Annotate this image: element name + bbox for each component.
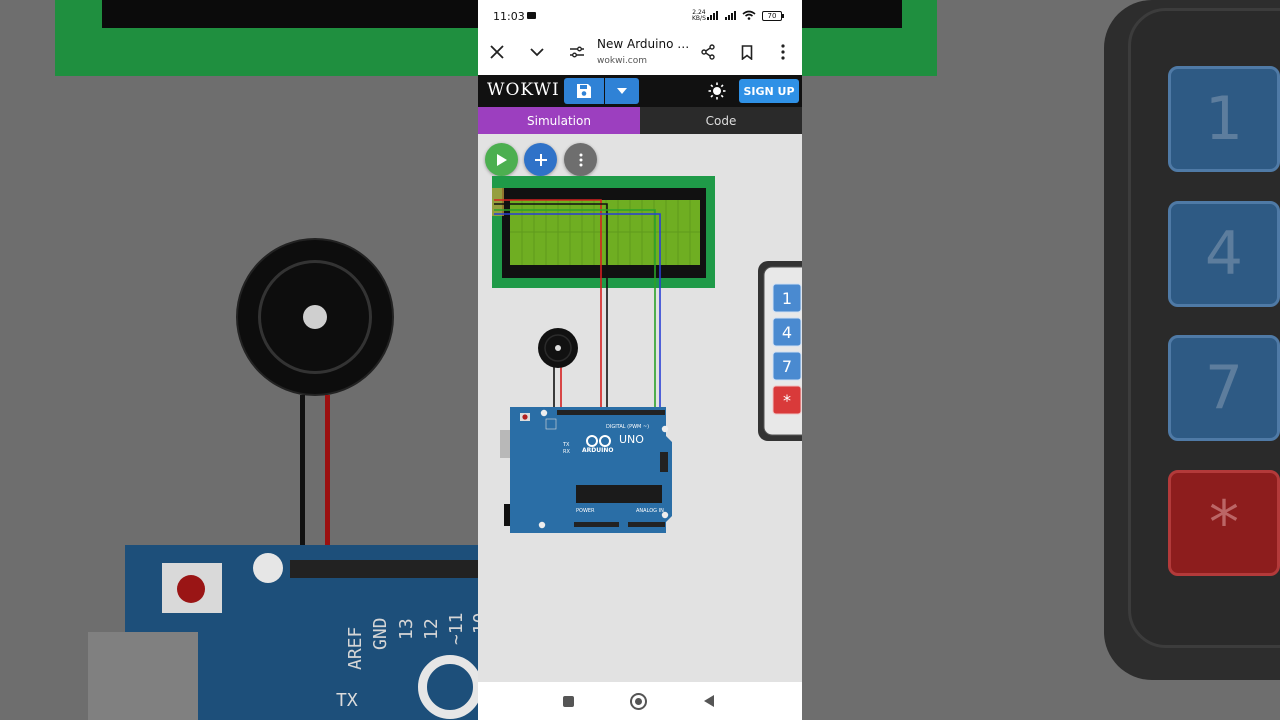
signal-icon [725,11,739,20]
simulation-canvas[interactable]: UNO ARDUINO DIGITAL (PWM ~) POWER ANALOG… [478,134,802,682]
save-button[interactable] [564,78,604,104]
chevron-down-icon[interactable] [526,41,548,63]
bg-arduino-logo [418,655,482,719]
bg-pin-label: GND [370,617,391,650]
board-name: UNO [619,433,644,446]
bg-key-7: 7 [1168,335,1280,441]
recents-icon[interactable] [563,696,574,707]
rx-label: RX [563,449,570,455]
save-icon [577,84,591,98]
browser-toolbar: New Arduino U... wokwi.com [478,32,802,74]
bg-pin-label: ~11 [446,612,467,645]
page-host: wokwi.com [597,56,648,66]
home-icon[interactable] [630,693,647,710]
bg-key-4: 4 [1168,201,1280,307]
bg-key-1: 1 [1168,66,1280,172]
back-icon[interactable] [703,694,715,708]
more-vert-icon[interactable] [772,41,794,63]
wifi-icon [742,10,756,20]
net-speed-unit: KB/S [692,15,706,22]
keypad-key-4[interactable]: 4 [773,318,801,346]
bookmark-icon[interactable] [736,41,758,63]
close-icon[interactable] [486,41,508,63]
wokwi-logo[interactable]: WOKWI [487,80,560,100]
status-bar: 11:03 2.24 KB/S 70 [478,0,802,32]
board-brand: ARDUINO [582,447,614,454]
share-icon[interactable] [697,41,719,63]
tab-simulation[interactable]: Simulation [478,107,640,134]
bg-mount-hole [253,553,283,583]
bg-wire-red [325,395,330,565]
circuit-diagram [492,176,802,533]
status-time: 11:03 [493,10,525,23]
bg-tx-label: TX [336,690,358,711]
net-speed: 2.24 KB/S [692,10,706,22]
editor-tabs: Simulation Code [478,107,802,134]
phone-screen: 11:03 2.24 KB/S 70 New Arduino U... wokw… [478,0,802,720]
android-nav-bar [478,682,802,720]
lcd-display[interactable] [492,176,715,288]
caret-down-icon [617,88,627,94]
site-settings-icon[interactable] [566,41,588,63]
keypad-key-star[interactable]: * [773,386,801,414]
keypad-key-7[interactable]: 7 [773,352,801,380]
screen-record-icon [527,12,536,19]
bg-pin-label: 13 [396,618,417,640]
bg-usb-port [88,632,198,720]
sign-up-button[interactable]: SIGN UP [739,79,799,103]
digital-label: DIGITAL (PWM ~) [606,424,650,430]
signal-icon [707,11,721,20]
theme-toggle-icon[interactable] [708,82,726,100]
tab-code[interactable]: Code [640,107,802,134]
page-title: New Arduino U... [597,37,692,51]
bg-pin-label: AREF [345,626,366,670]
wokwi-header: WOKWI SIGN UP [478,75,802,107]
analog-label: ANALOG IN [636,508,664,514]
tx-label: TX [563,442,570,448]
power-label: POWER [576,508,595,514]
bg-buzzer-center [303,305,327,329]
buzzer[interactable] [538,328,578,368]
keypad-key-1[interactable]: 1 [773,284,801,312]
bg-pin-label: 12 [421,618,442,640]
bg-key-star: * [1168,470,1280,576]
screen: AREF GND 13 12 ~11 ~10 TX 1 4 7 * 11:03 … [0,0,1280,720]
bg-board-header [290,560,480,578]
bg-reset-dot [177,575,205,603]
save-dropdown-button[interactable] [605,78,639,104]
battery-icon: 70 [762,11,784,21]
